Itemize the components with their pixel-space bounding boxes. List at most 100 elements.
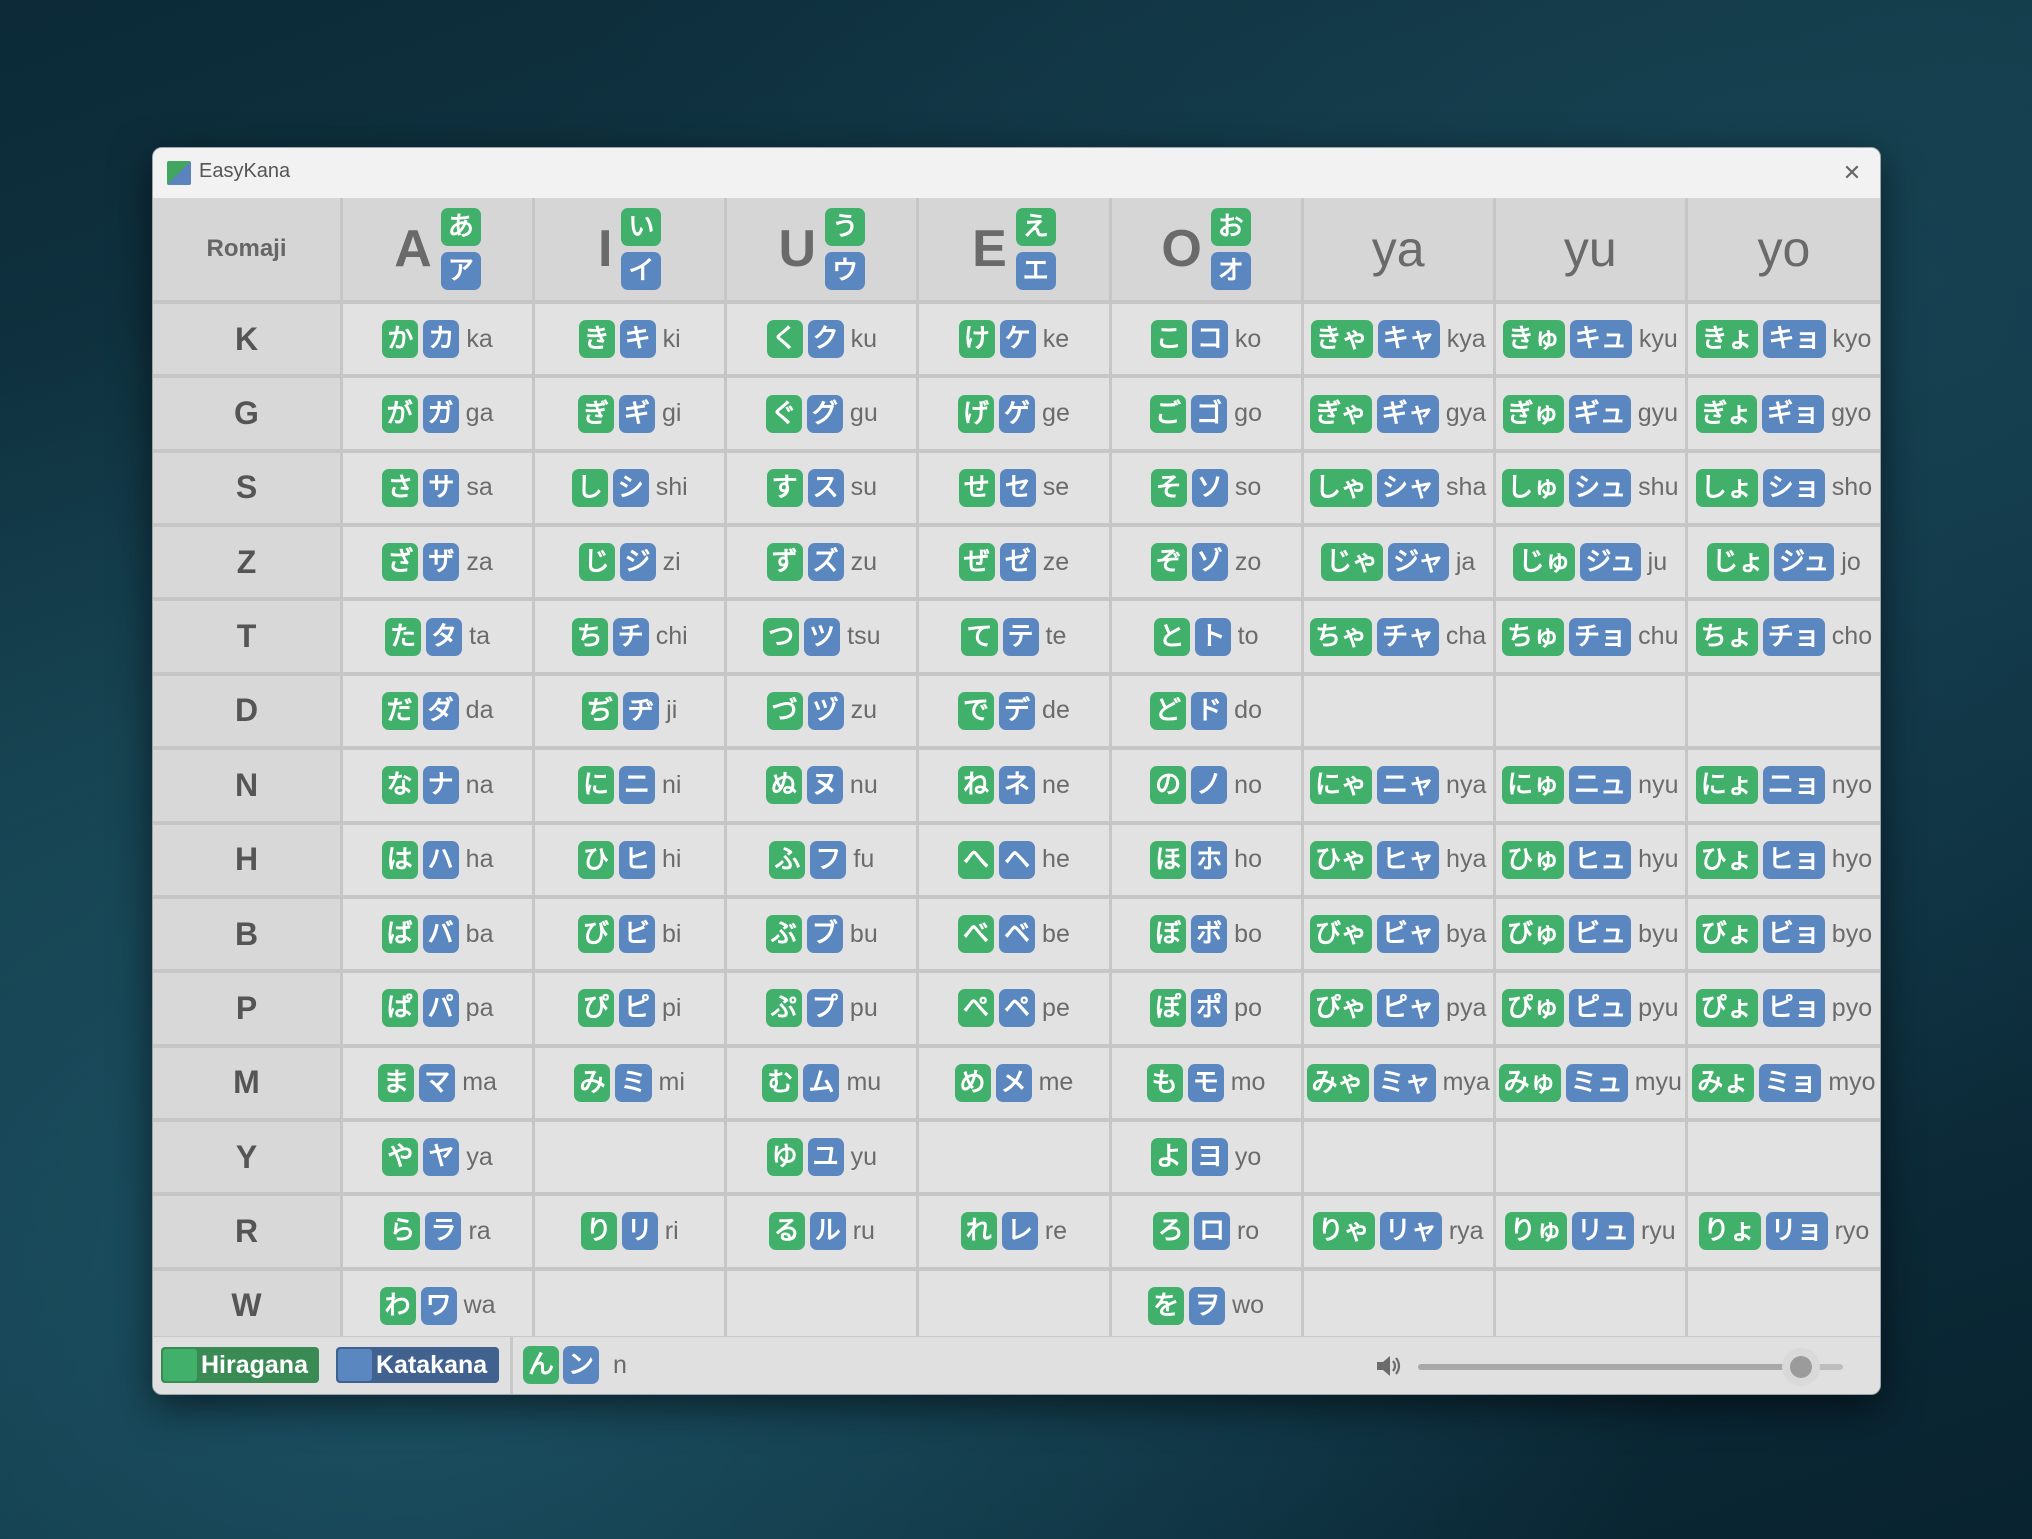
hiragana-tile[interactable]: ど	[1150, 691, 1187, 730]
hiragana-tile[interactable]: ぎょ	[1696, 394, 1758, 433]
katakana-tile[interactable]: ニ	[618, 766, 655, 805]
hiragana-tile[interactable]: て	[961, 617, 998, 656]
volume-slider[interactable]	[1418, 1348, 1843, 1386]
hiragana-tile[interactable]: りゃ	[1312, 1212, 1375, 1251]
katakana-tile[interactable]: ダ	[422, 691, 459, 730]
kana-cell[interactable]: くク ku	[727, 304, 920, 379]
kana-cell[interactable]: りゃ リャ rya	[1303, 1196, 1496, 1271]
kana-cell[interactable]: そソ so	[1111, 452, 1304, 528]
hiragana-tile[interactable]: が	[381, 394, 418, 433]
kana-cell[interactable]: にゅ ニュ nyu	[1495, 750, 1688, 825]
hiragana-tile[interactable]: ま	[378, 1063, 415, 1102]
katakana-tile[interactable]: ゼ	[999, 543, 1036, 582]
hiragana-tile[interactable]: きょ	[1696, 320, 1759, 359]
katakana-tile[interactable]: タ	[426, 617, 463, 656]
hiragana-tile[interactable]: ほ	[1150, 840, 1187, 879]
column-header[interactable]: Uうウ	[727, 198, 920, 304]
katakana-tile[interactable]: チョ	[1569, 617, 1632, 656]
kana-cell[interactable]: ひょ ヒョ hyo	[1687, 824, 1880, 899]
hiragana-tile[interactable]: にょ	[1695, 766, 1758, 805]
hiragana-tile[interactable]: ぷ	[765, 989, 802, 1028]
kana-cell[interactable]: ぢヂ ji	[535, 675, 728, 751]
hiragana-tile[interactable]: せ	[958, 468, 995, 507]
katakana-tile[interactable]: ギョ	[1762, 394, 1825, 433]
column-header[interactable]: yu	[1495, 198, 1688, 304]
hiragana-tile[interactable]: しゃ	[1310, 468, 1373, 507]
hiragana-tile[interactable]: む	[762, 1063, 799, 1102]
kana-cell[interactable]: たタ ta	[343, 601, 536, 676]
hiragana-tile-n[interactable]: ん	[523, 1346, 560, 1384]
kana-cell[interactable]: よヨ yo	[1111, 1121, 1304, 1197]
kana-cell[interactable]: ぴゅ ピュ pyu	[1495, 973, 1688, 1048]
kana-cell[interactable]: ろロ ro	[1111, 1196, 1304, 1271]
kana-cell[interactable]: じゅ ジュ ju	[1495, 527, 1688, 602]
katakana-tile[interactable]: フ	[810, 840, 847, 879]
hiragana-tile[interactable]: しゅ	[1502, 468, 1565, 507]
hiragana-tile[interactable]: ひゃ	[1310, 840, 1373, 879]
kana-cell[interactable]: みょ ミョ myo	[1687, 1047, 1880, 1122]
katakana-tile[interactable]: ロ	[1193, 1212, 1230, 1251]
hiragana-tile[interactable]: ひょ	[1695, 840, 1758, 879]
volume-slider-thumb[interactable]	[1781, 1348, 1820, 1386]
hiragana-tile[interactable]: り	[580, 1212, 617, 1251]
katakana-tile[interactable]: ミョ	[1759, 1063, 1822, 1102]
katakana-tile[interactable]: リャ	[1379, 1212, 1442, 1251]
katakana-tile[interactable]: ヤ	[423, 1138, 460, 1177]
kana-cell[interactable]: きゅ キュ kyu	[1495, 304, 1688, 379]
katakana-tile[interactable]: ソ	[1191, 468, 1228, 507]
katakana-tile[interactable]: ト	[1194, 617, 1231, 656]
hiragana-tile[interactable]: ぴ	[577, 989, 614, 1028]
kana-cell[interactable]: ふフ fu	[727, 824, 920, 899]
hiragana-tile[interactable]: づ	[766, 691, 803, 730]
katakana-tile[interactable]: シャ	[1377, 468, 1440, 507]
katakana-tile[interactable]: レ	[1001, 1212, 1038, 1251]
kana-cell[interactable]: てテ te	[919, 601, 1112, 676]
hiragana-tile[interactable]: きゅ	[1502, 320, 1565, 359]
hiragana-tile[interactable]: や	[382, 1138, 419, 1177]
kana-cell[interactable]: どド do	[1111, 675, 1304, 751]
katakana-tile[interactable]: ニャ	[1377, 766, 1440, 805]
row-header-m[interactable]: M	[153, 1047, 343, 1122]
hiragana-tile[interactable]: びょ	[1695, 915, 1758, 954]
kana-cell[interactable]: ばバ ba	[343, 898, 536, 974]
katakana-tile[interactable]: チ	[612, 617, 649, 656]
kana-cell[interactable]: ぺペ pe	[919, 973, 1112, 1048]
hiragana-tile[interactable]: ぎゃ	[1310, 394, 1372, 433]
kana-cell[interactable]: ぼボ bo	[1111, 898, 1304, 974]
katakana-tile[interactable]: ジ	[619, 543, 656, 582]
hiragana-tile[interactable]: ぺ	[958, 989, 995, 1028]
kana-cell[interactable]: けケ ke	[919, 304, 1112, 379]
katakana-tile[interactable]: プ	[806, 989, 843, 1028]
katakana-tile[interactable]: ゲ	[999, 394, 1036, 433]
hiragana-tile[interactable]: じゅ	[1513, 543, 1576, 582]
kana-cell[interactable]: すス su	[727, 452, 920, 528]
kana-cell[interactable]: にニ ni	[535, 750, 728, 825]
hiragana-tile[interactable]: ぴゅ	[1502, 989, 1565, 1028]
kana-cell[interactable]: みゃ ミャ mya	[1303, 1047, 1496, 1122]
hiragana-tile[interactable]: ず	[766, 543, 803, 582]
katakana-tile[interactable]: ヅ	[807, 691, 844, 730]
kana-cell[interactable]: じょ ジュ jo	[1687, 527, 1880, 602]
kana-cell[interactable]: へヘ he	[919, 824, 1112, 899]
katakana-tile[interactable]: ナ	[422, 766, 459, 805]
hiragana-tile[interactable]: み	[574, 1063, 611, 1102]
kana-cell[interactable]: びゃ ビャ bya	[1303, 898, 1496, 974]
katakana-tile[interactable]: ジャ	[1388, 543, 1449, 582]
kana-cell[interactable]: ぎギ gi	[535, 378, 728, 453]
kana-cell[interactable]: べベ be	[919, 898, 1112, 974]
katakana-tile[interactable]: ビュ	[1569, 915, 1632, 954]
row-header-h[interactable]: H	[153, 824, 343, 899]
katakana-tile[interactable]: ハ	[422, 840, 459, 879]
hiragana-tile[interactable]: は	[381, 840, 418, 879]
kana-cell[interactable]: しゃ シャ sha	[1303, 452, 1496, 528]
hiragana-tile[interactable]: じょ	[1707, 543, 1770, 582]
hiragana-tile[interactable]: りょ	[1698, 1212, 1761, 1251]
hiragana-tile[interactable]: わ	[379, 1286, 416, 1325]
kana-cell[interactable]: ざザ za	[343, 527, 536, 602]
katakana-tile[interactable]: ビャ	[1377, 915, 1440, 954]
row-header-y[interactable]: Y	[153, 1121, 343, 1197]
katakana-tile[interactable]: シ	[612, 468, 649, 507]
katakana-tile[interactable]: ミ	[615, 1063, 652, 1102]
hiragana-tile[interactable]: ちゃ	[1310, 617, 1373, 656]
hiragana-tile[interactable]: も	[1146, 1063, 1183, 1102]
